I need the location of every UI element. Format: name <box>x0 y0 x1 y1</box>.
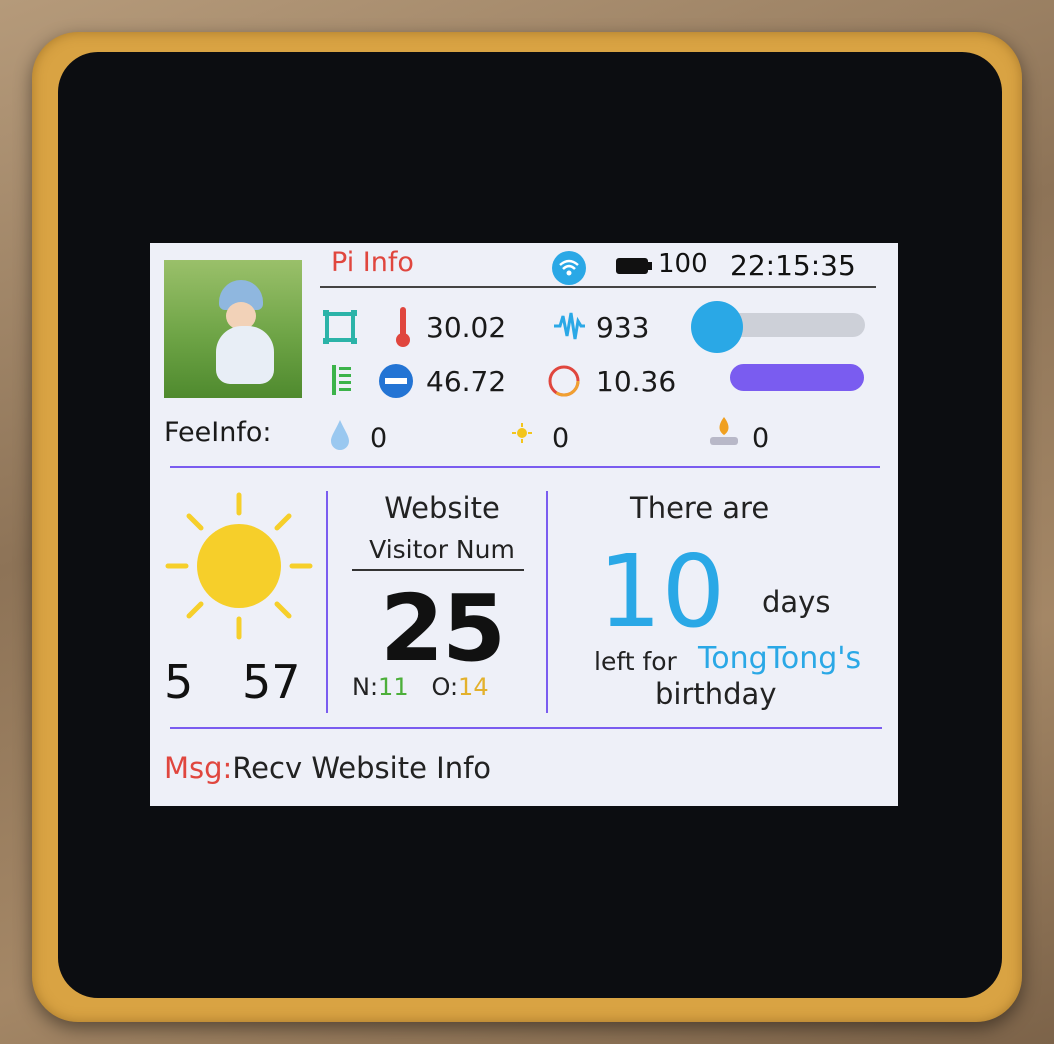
sun-icon <box>165 492 313 640</box>
countdown-event: birthday <box>655 677 777 711</box>
free-value: 46.72 <box>426 365 507 398</box>
wifi-icon <box>552 251 586 285</box>
website-subtitle: Visitor Num <box>369 535 515 564</box>
water-drop-icon <box>331 420 349 450</box>
column-divider-right <box>546 491 548 713</box>
cpu-icon <box>323 310 357 344</box>
section-divider <box>170 466 880 468</box>
old-label: O: <box>431 673 459 701</box>
fee-electricity-value: 0 <box>552 423 570 454</box>
footer-divider <box>170 727 882 729</box>
thermometer-icon <box>396 307 410 347</box>
website-title: Website <box>384 491 500 525</box>
cpu-bar-knob <box>691 301 743 353</box>
countdown-prefix: There are <box>630 491 770 525</box>
countdown-who: TongTong's <box>698 641 862 676</box>
memory-icon <box>332 365 351 395</box>
gas-flame-icon <box>710 417 738 445</box>
message-label: Msg: <box>164 751 233 785</box>
memory-bar <box>730 364 864 391</box>
disk-gauge-icon <box>548 365 580 397</box>
profile-photo <box>164 260 302 398</box>
new-label: N: <box>352 673 379 701</box>
temperature-value: 30.02 <box>426 311 507 344</box>
visitor-count: 25 <box>379 575 506 682</box>
new-value: 11 <box>378 673 409 701</box>
message-bar: Msg:Recv Website Info <box>164 751 491 785</box>
fee-gas-value: 0 <box>752 423 770 454</box>
column-divider-left <box>326 491 328 713</box>
old-value: 14 <box>458 673 489 701</box>
fee-water-value: 0 <box>370 423 388 454</box>
lcd-screen: Pi Info 100 22:15:35 30.02 933 46.72 10.… <box>150 243 898 806</box>
battery-nub <box>648 262 652 270</box>
message-text: Recv Website Info <box>232 751 492 785</box>
countdown-days: 10 <box>598 533 726 650</box>
free-badge-icon <box>379 364 413 398</box>
battery-level: 100 <box>658 249 708 279</box>
weather-minute: 57 <box>242 655 301 709</box>
website-underline <box>352 569 524 571</box>
weather-hour: 5 <box>164 655 194 709</box>
visitor-breakdown: N:11 O:14 <box>352 673 489 701</box>
electricity-icon <box>512 423 532 443</box>
wave-value: 933 <box>596 311 650 344</box>
waveform-icon <box>554 312 585 340</box>
fee-label: FeeInfo: <box>164 417 272 448</box>
page-title: Pi Info <box>331 247 414 278</box>
clock: 22:15:35 <box>730 249 856 282</box>
battery-icon <box>616 258 648 274</box>
header-divider <box>320 286 876 288</box>
countdown-unit: days <box>762 585 831 619</box>
countdown-left-for: left for <box>594 647 677 676</box>
disk-value: 10.36 <box>596 365 677 398</box>
